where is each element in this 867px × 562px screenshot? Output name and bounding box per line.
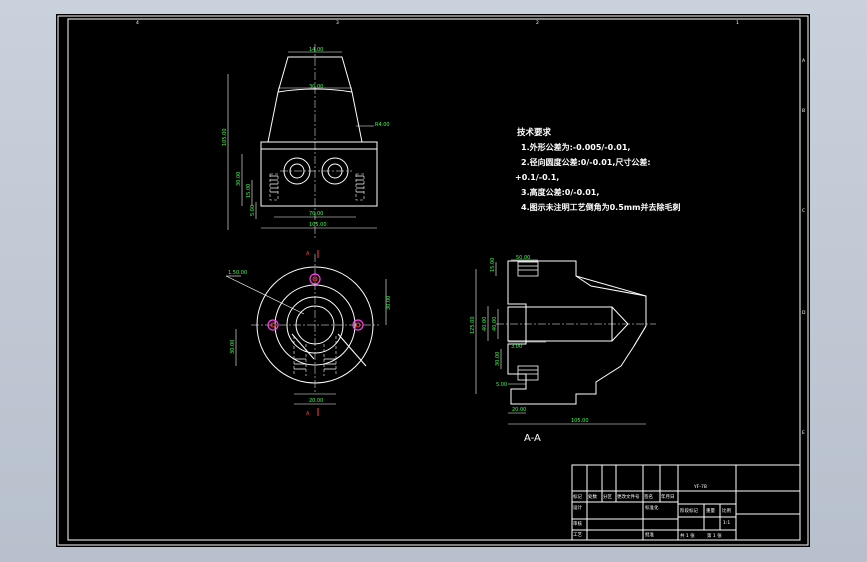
dim-sec-top-height: 15.00 <box>490 258 496 272</box>
dim-sec-pocket: 30.00 <box>495 352 501 366</box>
tb-label-stage: 阶段标记 <box>680 507 698 514</box>
tb-scale-value: 1:1 <box>723 520 730 526</box>
dim-hole-span: 70.00 <box>309 211 323 217</box>
engineering-drawing: 14.00 30.00 R4.00 105.00 30.00 15.00 5.0… <box>57 15 809 546</box>
tb-header-date: 年月日 <box>661 493 675 500</box>
dim-sec-step: 3.00 <box>511 344 522 350</box>
tb-sheet-count: 共 1 张 <box>680 532 695 539</box>
tech-req-title: 技术要求 <box>517 127 552 138</box>
dim-sec-bolt: 50.00 <box>516 255 530 261</box>
tb-header-change: 更改文件号 <box>617 493 640 500</box>
tb-header-count: 处数 <box>588 493 597 500</box>
dim-sec-lower: 5.00 <box>496 382 507 388</box>
dim-total-height: 105.00 <box>222 129 228 147</box>
front-dimension-labels: 14.00 30.00 R4.00 105.00 30.00 15.00 5.0… <box>222 47 390 228</box>
tech-req-item-3: 3.高度公差:0/-0.01, <box>521 187 599 197</box>
dim-offset: 5.00 <box>250 205 256 216</box>
section-dimension-labels: 15.00 50.00 125.00 40.00 40.00 3.00 30.0… <box>470 255 589 444</box>
outer-border <box>57 15 809 546</box>
dim-base-width: 105.00 <box>309 222 327 228</box>
tb-sheet-number: 第 1 张 <box>707 532 722 539</box>
margin-number-4: 4 <box>136 20 139 26</box>
tb-row-review: 审核 <box>573 520 582 527</box>
dim-base-height: 30.00 <box>236 172 242 186</box>
tech-req-item-1: 1.外形公差为:-0.005/-0.01, <box>521 142 630 152</box>
dim-sec-total-height: 125.00 <box>470 317 476 335</box>
tb-label-approve: 批准 <box>645 531 654 538</box>
tech-req-item-4: 4.图示未注明工艺倒角为0.5mm并去除毛刺 <box>521 202 680 212</box>
tb-row-process: 工艺 <box>573 532 582 538</box>
margin-number-1: 1 <box>736 20 739 26</box>
technical-requirements: 技术要求 1.外形公差为:-0.005/-0.01, 2.径向圆度公差:0/-0… <box>515 127 680 212</box>
margin-letter-e: E <box>802 430 805 436</box>
section-label: A-A <box>524 433 541 444</box>
dim-radius: R4.00 <box>375 122 390 128</box>
dim-pin-left: 30.00 <box>230 340 236 354</box>
margin-letter-d: D <box>802 310 806 316</box>
tb-label-scale: 比例 <box>722 507 731 514</box>
dim-sec-flange: 20.00 <box>512 407 526 413</box>
tb-header-sign: 签名 <box>644 493 653 500</box>
tb-label-standard: 标准化 <box>645 504 659 511</box>
margin-letter-b: B <box>802 108 805 114</box>
margin-marks: A B C D E 1 2 3 4 <box>136 20 806 436</box>
inner-border <box>67 18 801 541</box>
tb-label-weight: 重量 <box>706 507 715 514</box>
dim-boss-width: 30.00 <box>309 84 323 90</box>
top-view: A A <box>225 250 387 417</box>
title-block: YF-7B 标记 处数 分区 更改文件号 签名 年月日 设计 审核 工艺 标准化… <box>571 464 801 541</box>
dim-sec-length: 105.00 <box>571 418 589 424</box>
margin-letter-c: C <box>802 208 805 214</box>
cut-marker-bottom: A <box>306 411 310 417</box>
cad-viewport[interactable]: 14.00 30.00 R4.00 105.00 30.00 15.00 5.0… <box>56 14 810 547</box>
dim-pin-right: 30.00 <box>386 296 392 310</box>
cut-marker-top: A <box>306 251 310 257</box>
dim-sec-bore-inner: 40.00 <box>492 317 498 331</box>
section-view <box>475 259 656 425</box>
tech-req-item-2b: +0.1/-0.1, <box>515 173 559 182</box>
dim-top-width: 14.00 <box>309 47 323 53</box>
dim-slot-width: 20.00 <box>309 398 323 404</box>
tb-header-mark: 标记 <box>573 493 582 500</box>
margin-number-2: 2 <box>536 20 539 26</box>
dim-bolt-circle: 1.50.00 <box>228 270 247 276</box>
margin-number-3: 3 <box>336 20 339 26</box>
tb-header-zone: 分区 <box>603 493 612 500</box>
dim-sec-bore: 40.00 <box>482 317 488 331</box>
tech-req-item-2: 2.径向圆度公差:0/-0.01,尺寸公差: <box>521 157 651 167</box>
title-text: YF-7B <box>693 484 707 490</box>
dim-hole-depth: 15.00 <box>246 184 252 198</box>
tb-row-design: 设计 <box>573 504 582 511</box>
top-dimension-labels: 1.50.00 30.00 30.00 20.00 <box>228 270 392 404</box>
margin-letter-a: A <box>802 58 806 64</box>
